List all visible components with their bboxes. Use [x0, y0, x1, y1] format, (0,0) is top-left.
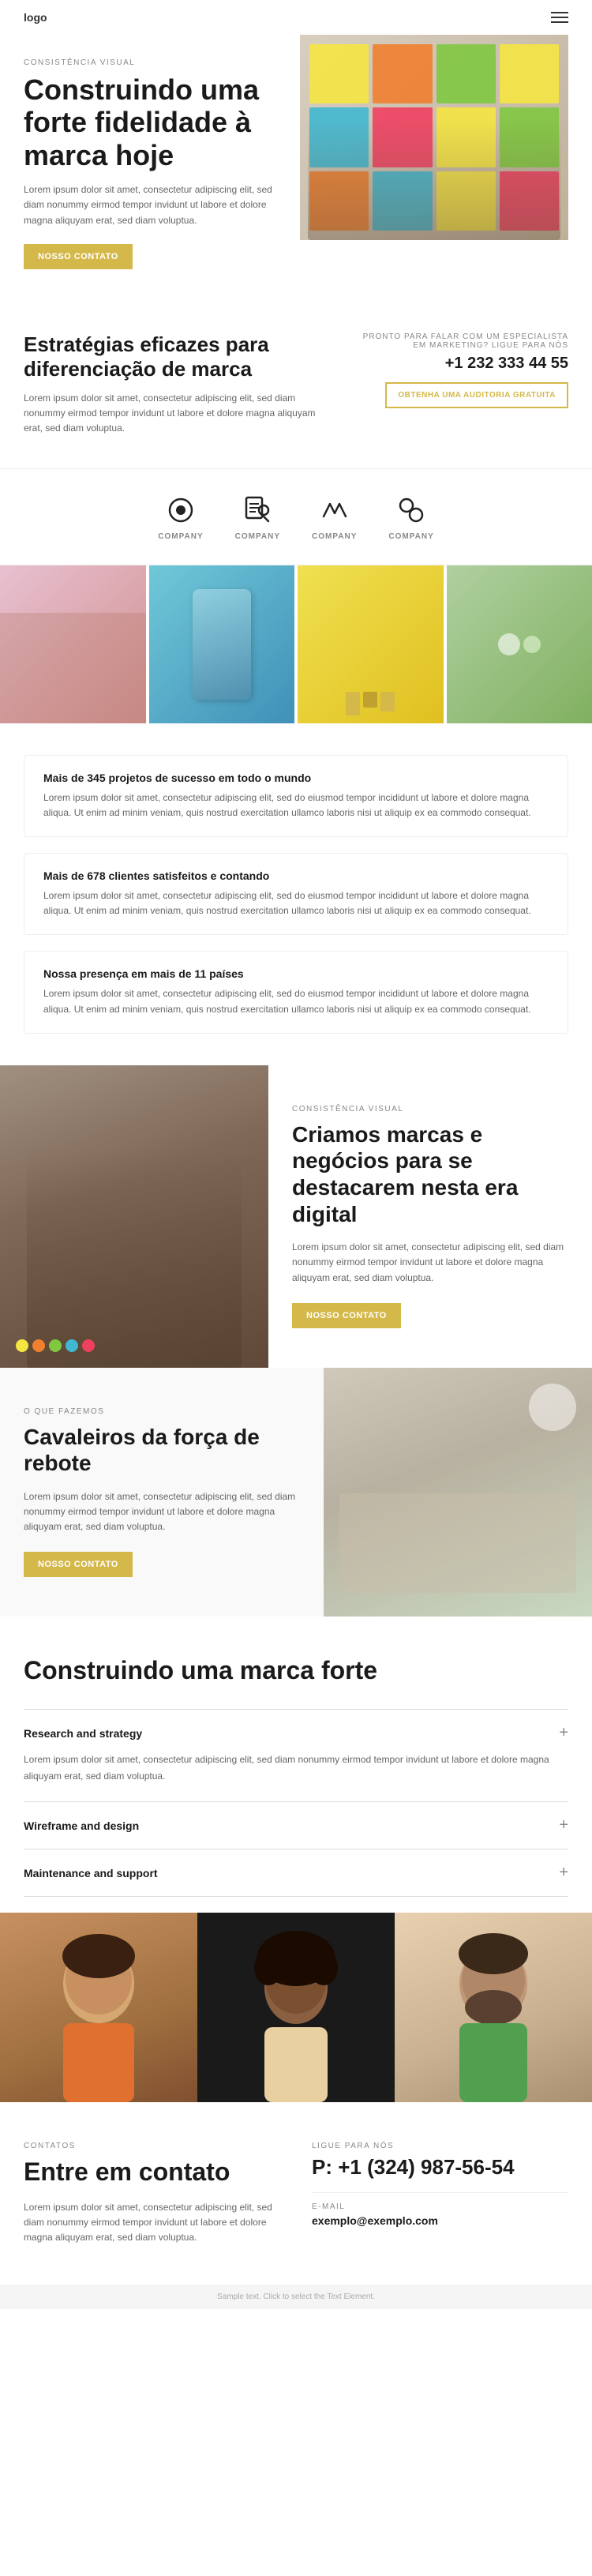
contact-label: CONTATOS	[24, 2142, 280, 2150]
contact-body: Lorem ipsum dolor sit amet, consectetur …	[24, 2200, 280, 2246]
phone-prefix: P:	[312, 2155, 332, 2179]
footer-sample: Sample text. Click to select the Text El…	[0, 2285, 592, 2309]
stats-section: Mais de 345 projetos de sucesso em todo …	[0, 723, 592, 1065]
hamburger-line-1	[551, 12, 568, 13]
accordion-icon-2: +	[559, 1816, 568, 1834]
accordion-item-3: Maintenance and support +	[24, 1849, 568, 1897]
logo: logo	[24, 11, 47, 24]
logo-item-1: COMPANY	[158, 493, 203, 541]
contact-email-value: exemplo@exemplo.com	[312, 2214, 568, 2227]
logo-item-4: COMPANY	[388, 493, 433, 541]
phone-value: +1 (324) 987-56-54	[338, 2155, 514, 2179]
digital-body: Lorem ipsum dolor sit amet, consectetur …	[292, 1240, 568, 1286]
logo-icon-4	[394, 493, 429, 528]
strategy-title: Estratégias eficazes para diferenciação …	[24, 332, 336, 381]
hero-label: CONSISTÊNCIA VISUAL	[24, 58, 284, 67]
image-grid	[0, 565, 592, 723]
whatwedo-cta-button[interactable]: NOSSO CONTATO	[24, 1552, 133, 1577]
logos-row: COMPANY COMPANY COMPANY	[0, 468, 592, 565]
stat-body-2: Lorem ipsum dolor sit amet, consectetur …	[43, 888, 549, 918]
whatwedo-label: O QUE FAZEMOS	[24, 1407, 300, 1416]
logo-icon-3	[317, 493, 352, 528]
strategy-cta-label: PRONTO PARA FALAR COM UM ESPECIALISTA EM…	[360, 332, 568, 350]
accordion-header-3[interactable]: Maintenance and support +	[24, 1864, 568, 1882]
strategy-right: PRONTO PARA FALAR COM UM ESPECIALISTA EM…	[360, 332, 568, 408]
image-grid-cell-2	[149, 565, 295, 723]
contact-email-label: E-MAIL	[312, 2202, 568, 2211]
whatwedo-section: O QUE FAZEMOS Cavaleiros da força de reb…	[0, 1368, 592, 1617]
logo-name-1: COMPANY	[158, 532, 203, 541]
strategy-section: Estratégias eficazes para diferenciação …	[0, 301, 592, 468]
strategy-body: Lorem ipsum dolor sit amet, consectetur …	[24, 391, 336, 437]
team-card-2	[197, 1913, 395, 2102]
whatwedo-left-content: O QUE FAZEMOS Cavaleiros da força de reb…	[0, 1368, 324, 1617]
logo-name-4: COMPANY	[388, 532, 433, 541]
whatwedo-right-image	[324, 1368, 592, 1617]
logo-item-3: COMPANY	[312, 493, 357, 541]
accordion-item-1: Research and strategy + Lorem ipsum dolo…	[24, 1709, 568, 1801]
hero-cta-button[interactable]: NOSSO CONTATO	[24, 244, 133, 269]
accordion-header-text-1: Research and strategy	[24, 1727, 142, 1740]
digital-label: CONSISTÊNCIA VISUAL	[292, 1105, 568, 1113]
image-grid-cell-4	[447, 565, 592, 723]
strategy-phone: +1 232 333 44 55	[360, 355, 568, 373]
contact-phone-number: P: +1 (324) 987-56-54	[312, 2155, 568, 2180]
stat-card-2: Mais de 678 clientes satisfeitos e conta…	[24, 853, 568, 935]
hamburger-button[interactable]	[551, 12, 568, 23]
team-card-3	[395, 1913, 592, 2102]
stat-title-2: Mais de 678 clientes satisfeitos e conta…	[43, 869, 549, 882]
image-grid-cell-3	[298, 565, 444, 723]
hero-title: Construindo uma forte fidelidade à marca…	[24, 73, 284, 171]
navbar: logo	[0, 0, 592, 35]
digital-section: CONSISTÊNCIA VISUAL Criamos marcas e neg…	[0, 1065, 592, 1368]
hero-content: CONSISTÊNCIA VISUAL Construindo uma fort…	[24, 35, 284, 269]
logo-item-2: COMPANY	[235, 493, 280, 541]
contact-phone-label: LIGUE PARA NÓS	[312, 2142, 568, 2150]
hero-section: CONSISTÊNCIA VISUAL Construindo uma fort…	[0, 35, 592, 301]
brand-section: Construindo uma marca forte Research and…	[0, 1617, 592, 1913]
stat-body-1: Lorem ipsum dolor sit amet, consectetur …	[43, 790, 549, 820]
accordion-header-2[interactable]: Wireframe and design +	[24, 1816, 568, 1834]
whatwedo-title: Cavaleiros da força de rebote	[24, 1424, 300, 1477]
logo-name-3: COMPANY	[312, 532, 357, 541]
contact-title: Entre em contato	[24, 2157, 280, 2187]
hamburger-line-3	[551, 21, 568, 23]
accordion-body-1: Lorem ipsum dolor sit amet, consectetur …	[24, 1742, 568, 1787]
whatwedo-body: Lorem ipsum dolor sit amet, consectetur …	[24, 1489, 300, 1535]
hero-image	[300, 35, 568, 240]
hero-body: Lorem ipsum dolor sit amet, consectetur …	[24, 182, 284, 228]
strategy-left: Estratégias eficazes para diferenciação …	[24, 332, 336, 437]
logo-name-2: COMPANY	[235, 532, 280, 541]
digital-cta-button[interactable]: NOSSO CONTATO	[292, 1303, 401, 1328]
accordion-item-2: Wireframe and design +	[24, 1801, 568, 1849]
digital-right-content: CONSISTÊNCIA VISUAL Criamos marcas e neg…	[268, 1065, 592, 1368]
logo-icon-2	[240, 493, 275, 528]
digital-left-image	[0, 1065, 268, 1368]
stat-title-1: Mais de 345 projetos de sucesso em todo …	[43, 772, 549, 784]
accordion-header-text-3: Maintenance and support	[24, 1867, 158, 1879]
contact-left: CONTATOS Entre em contato Lorem ipsum do…	[24, 2142, 280, 2245]
team-card-1	[0, 1913, 197, 2102]
accordion-header-text-2: Wireframe and design	[24, 1819, 139, 1832]
stat-title-3: Nossa presença em mais de 11 países	[43, 967, 549, 980]
stat-body-3: Lorem ipsum dolor sit amet, consectetur …	[43, 986, 549, 1016]
contact-section: CONTATOS Entre em contato Lorem ipsum do…	[0, 2102, 592, 2285]
accordion-icon-3: +	[559, 1864, 568, 1882]
logo-icon-1	[163, 493, 198, 528]
accordion-header-1[interactable]: Research and strategy +	[24, 1724, 568, 1742]
stat-card-3: Nossa presença em mais de 11 países Lore…	[24, 951, 568, 1033]
brand-title: Construindo uma marca forte	[24, 1656, 568, 1685]
digital-title: Criamos marcas e negócios para se destac…	[292, 1121, 568, 1227]
hamburger-line-2	[551, 17, 568, 18]
footer-sample-text: Sample text. Click to select the Text El…	[217, 2292, 375, 2301]
contact-right: LIGUE PARA NÓS P: +1 (324) 987-56-54 E-M…	[312, 2142, 568, 2245]
stat-card-1: Mais de 345 projetos de sucesso em todo …	[24, 755, 568, 837]
audit-button[interactable]: OBTENHA UMA AUDITORIA GRATUITA	[385, 382, 568, 408]
team-section	[0, 1913, 592, 2102]
accordion-body-text-1: Lorem ipsum dolor sit amet, consectetur …	[24, 1752, 568, 1784]
accordion-icon-1: +	[559, 1724, 568, 1742]
image-grid-cell-1	[0, 565, 146, 723]
